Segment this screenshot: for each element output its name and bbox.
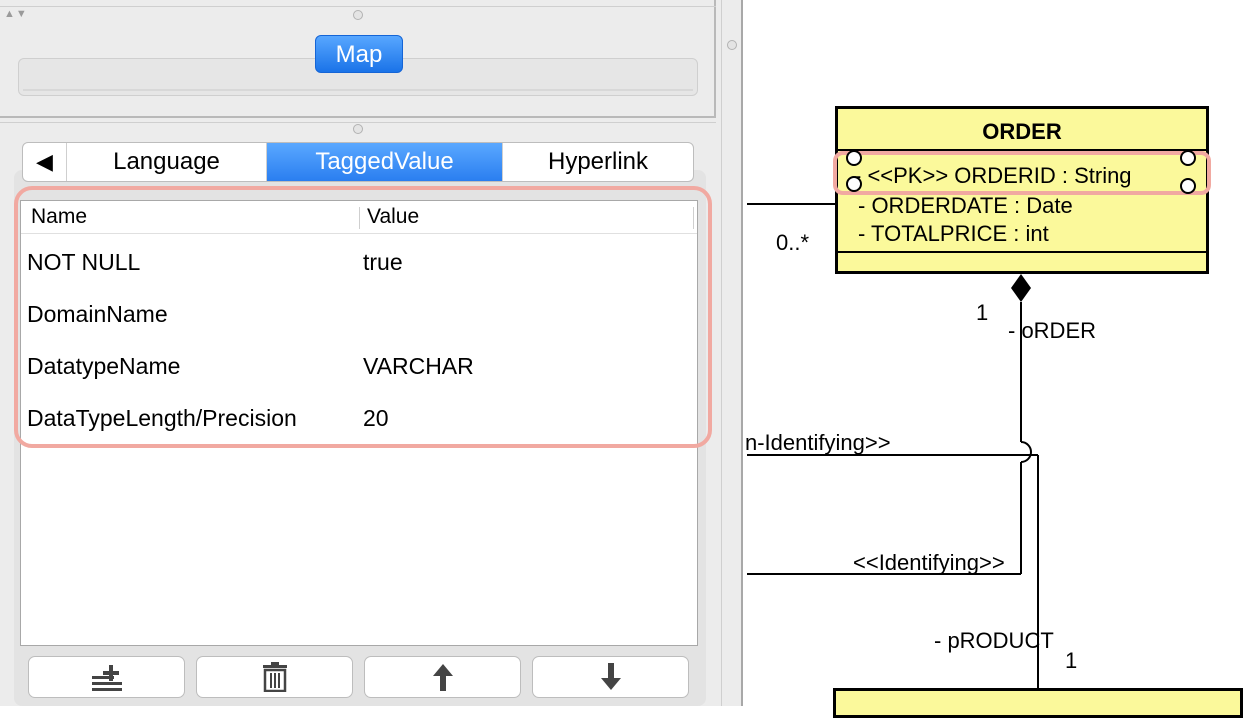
stereotype-non-identifying: n-Identifying>> xyxy=(745,430,891,455)
tab-back-button[interactable]: ◀ xyxy=(23,143,67,181)
tab-tagged-value[interactable]: TaggedValue xyxy=(267,143,503,181)
product-class[interactable] xyxy=(833,688,1243,718)
delete-row-button[interactable] xyxy=(196,656,353,698)
trash-icon xyxy=(262,662,287,692)
attribute-orderdate[interactable]: - ORDERDATE : Date xyxy=(858,193,1073,219)
top-divider xyxy=(0,0,716,7)
multiplicity-left: 0..* xyxy=(776,230,810,255)
pane-splitter[interactable] xyxy=(0,122,716,135)
vertical-splitter[interactable] xyxy=(721,0,743,706)
splitter-grip-icon[interactable] xyxy=(353,124,363,134)
add-row-icon xyxy=(91,665,122,691)
map-pane: ▲▼ Map xyxy=(0,0,716,118)
scroll-arrows-icon[interactable]: ▲▼ xyxy=(4,8,28,20)
tab-hyperlink[interactable]: Hyperlink xyxy=(503,143,693,181)
multiplicity-top: 1 xyxy=(976,300,989,325)
role-product: - pRODUCT xyxy=(934,628,1054,653)
attribute-totalprice[interactable]: - TOTALPRICE : int xyxy=(858,221,1049,247)
class-divider xyxy=(838,251,1206,253)
tab-language[interactable]: Language xyxy=(67,143,267,181)
split-grip-icon[interactable] xyxy=(353,10,363,20)
move-up-button[interactable] xyxy=(364,656,521,698)
resize-handle-icon[interactable] xyxy=(846,176,862,192)
stereotype-identifying: <<Identifying>> xyxy=(853,550,1005,575)
role-order: - oRDER xyxy=(1008,318,1097,343)
move-down-button[interactable] xyxy=(532,656,689,698)
resize-handle-icon[interactable] xyxy=(1180,150,1196,166)
progress-track xyxy=(23,89,693,91)
attribute-selection-highlight xyxy=(833,151,1211,195)
arrow-down-icon xyxy=(600,663,621,690)
tab-bar: ◀ Language TaggedValue Hyperlink xyxy=(22,142,694,182)
multiplicity-bottom: 1 xyxy=(1065,648,1078,673)
left-panel: ▲▼ Map ◀ Language TaggedValue Hyperlink … xyxy=(0,0,721,706)
table-highlight xyxy=(14,186,712,448)
vertical-grip-icon[interactable] xyxy=(727,40,737,50)
resize-handle-icon[interactable] xyxy=(1180,178,1196,194)
arrow-up-icon xyxy=(432,664,453,691)
map-button[interactable]: Map xyxy=(315,35,403,73)
add-row-button[interactable] xyxy=(28,656,185,698)
class-title: ORDER xyxy=(982,119,1062,144)
resize-handle-icon[interactable] xyxy=(846,150,862,166)
